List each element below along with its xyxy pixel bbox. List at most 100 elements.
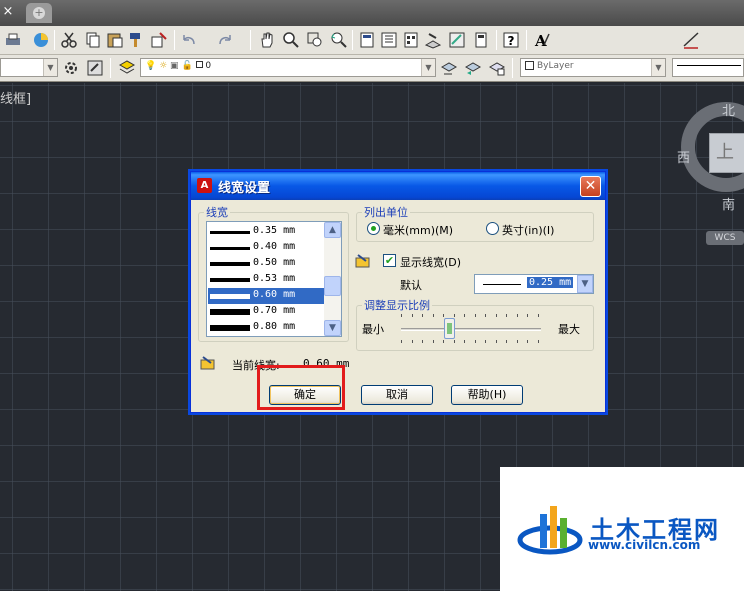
default-lineweight-value: 0.25 mm [527, 277, 574, 288]
make-current-layer-icon[interactable] [440, 59, 458, 77]
default-label: 默认 [400, 279, 422, 292]
compass-south[interactable]: 南 [722, 194, 735, 213]
dimension-style-icon[interactable] [682, 31, 700, 49]
toolbar-separator [496, 30, 497, 50]
workspace-select[interactable]: ▼ [0, 58, 58, 77]
zoom-previous-icon[interactable] [330, 31, 348, 49]
slider-tick [527, 314, 528, 317]
cut-icon[interactable] [60, 31, 78, 49]
lineweight-preview [210, 262, 250, 266]
chevron-down-icon: ▼ [421, 59, 435, 76]
compass-west[interactable]: 西 [677, 147, 690, 166]
lineweight-item[interactable]: 0.53 mm [208, 272, 325, 288]
copy-icon[interactable] [84, 31, 102, 49]
display-scale-slider[interactable] [401, 314, 541, 346]
unit-mm-radio[interactable] [367, 222, 380, 235]
match-properties-icon[interactable] [128, 31, 146, 49]
lineweight-item-label: 0.80 mm [253, 321, 296, 332]
scroll-thumb[interactable] [324, 276, 341, 296]
lineweight-item-label: 0.53 mm [253, 273, 296, 284]
layer-vp-icon: ▣ [170, 61, 179, 71]
linetype-select[interactable] [672, 58, 744, 77]
block-editor-icon[interactable] [150, 31, 168, 49]
lineweight-list-scrollbar[interactable]: ▲ ▼ [324, 222, 341, 336]
toolbar-separator [110, 58, 111, 78]
slider-tick [422, 314, 423, 317]
color-select[interactable]: ByLayer ▼ [520, 58, 666, 77]
unit-in-label[interactable]: 英寸(in)(I) [502, 222, 554, 238]
tab-close-icon[interactable]: × [0, 2, 16, 22]
help-button[interactable]: 帮助(H) [451, 385, 523, 405]
pan-icon[interactable] [258, 31, 276, 49]
scroll-up-button[interactable]: ▲ [324, 222, 341, 238]
viewcube-top-face[interactable]: 上 [709, 133, 744, 173]
slider-tick [516, 314, 518, 317]
slider-tick [537, 340, 539, 343]
toolbar-separator [174, 30, 175, 50]
show-lineweight-label[interactable]: 显示线宽(D) [400, 254, 461, 270]
unlock-icon: 🔓 [181, 61, 193, 71]
default-lineweight-select[interactable]: 0.25 mm ▼ [474, 274, 594, 294]
lineweight-preview [210, 325, 250, 331]
lineweight-preview [210, 294, 250, 299]
undo-icon[interactable] [180, 31, 198, 49]
slider-thumb[interactable] [444, 318, 455, 339]
properties-icon[interactable] [358, 31, 376, 49]
publish-icon[interactable] [32, 31, 50, 49]
plus-icon: + [33, 6, 45, 19]
zoom-realtime-icon[interactable] [282, 31, 300, 49]
autocad-logo-icon: A [197, 178, 212, 193]
lineweight-item[interactable]: 0.80 mm [208, 320, 325, 336]
markup-icon[interactable] [448, 31, 466, 49]
slider-tick [495, 314, 497, 317]
zoom-window-icon[interactable] [306, 31, 324, 49]
print-icon[interactable] [4, 31, 22, 49]
paste-icon[interactable] [106, 31, 124, 49]
layer-previous-icon[interactable] [464, 59, 482, 77]
tool-palettes-icon[interactable] [402, 31, 420, 49]
slider-tick [422, 340, 423, 343]
lineweight-item[interactable]: 0.35 mm [208, 224, 325, 240]
lineweight-item-label: 0.35 mm [253, 225, 296, 236]
dialog-titlebar[interactable]: A 线宽设置 ✕ [191, 172, 605, 200]
close-icon: ✕ [584, 178, 597, 194]
customize-icon[interactable] [86, 59, 104, 77]
lineweight-list[interactable]: 0.35 mm 0.40 mm 0.50 mm 0.53 mm 0.60 mm 0.70 … [206, 221, 342, 337]
slider-tick [401, 314, 402, 317]
toolbar-separator [512, 58, 513, 78]
design-center-icon[interactable] [380, 31, 398, 49]
wcs-menu[interactable]: WCS [706, 231, 744, 245]
compass-north[interactable]: 北 [722, 100, 735, 119]
calculator-icon[interactable] [472, 31, 490, 49]
lineweight-item[interactable]: 0.40 mm [208, 240, 325, 256]
layer-states-icon[interactable] [488, 59, 506, 77]
cancel-button[interactable]: 取消 [361, 385, 433, 405]
redo-icon[interactable] [216, 31, 234, 49]
lineweight-item[interactable]: 0.70 mm [208, 304, 325, 320]
scroll-down-button[interactable]: ▼ [324, 320, 341, 336]
lineweight-preview [210, 247, 250, 250]
unit-mm-label[interactable]: 毫米(mm)(M) [383, 222, 453, 238]
slider-tick [411, 314, 413, 317]
toolbar-separator [526, 30, 527, 50]
close-button[interactable]: ✕ [580, 176, 601, 197]
unit-in-radio[interactable] [486, 222, 499, 235]
slider-tick [506, 314, 507, 317]
watermark-url: www.civilcn.com [588, 538, 701, 552]
layer-select[interactable]: 💡 ☼ ▣ 🔓 0 ▼ [140, 58, 436, 77]
lineweight-item[interactable]: 0.50 mm [208, 256, 325, 272]
help-icon[interactable]: ? [502, 31, 520, 49]
sheet-set-icon[interactable] [424, 31, 442, 49]
layer-properties-icon[interactable] [118, 59, 136, 77]
workspace-settings-icon[interactable] [62, 59, 80, 77]
toolbar-separator [352, 30, 353, 50]
slider-tick [443, 340, 444, 343]
show-lineweight-checkbox[interactable]: ✔ [383, 254, 396, 267]
slider-track [401, 328, 541, 331]
text-style-icon[interactable]: A [533, 31, 551, 49]
visual-style-label[interactable]: 线框] [0, 88, 31, 107]
sun-icon: ☼ [159, 61, 168, 71]
new-tab-button[interactable]: + [26, 3, 52, 23]
lineweight-item[interactable]: 0.60 mm [208, 288, 325, 304]
chevron-up-icon: ▲ [329, 225, 336, 235]
